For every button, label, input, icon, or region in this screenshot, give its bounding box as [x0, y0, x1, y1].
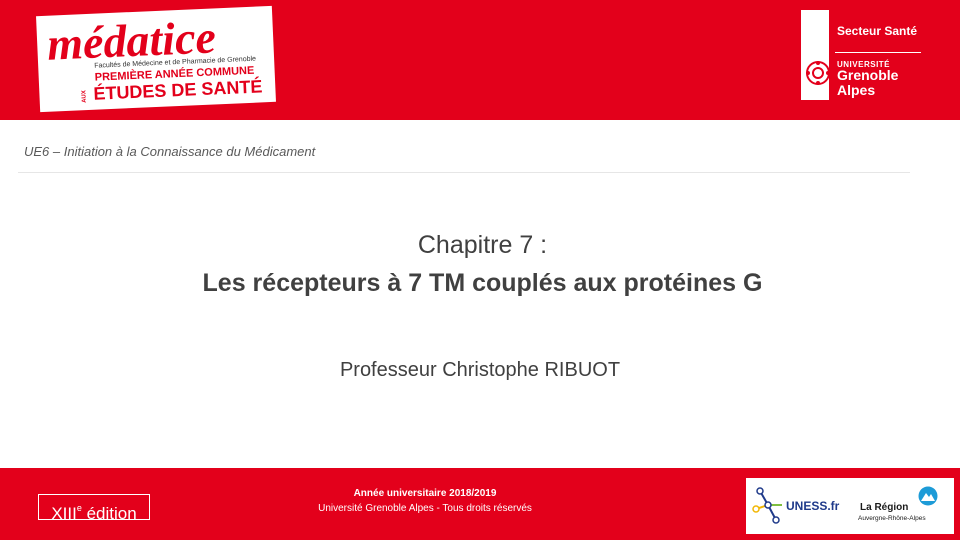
uness-label: UNESS.fr	[786, 499, 840, 513]
paces-aux: AUX	[81, 90, 88, 103]
uga-logo: Secteur Santé UNIVERSITÉ Grenoble Alpes	[801, 10, 929, 100]
author-name: Professeur Christophe RIBUOT	[339, 359, 621, 381]
region-sublabel: Auvergne-Rhône-Alpes	[858, 515, 926, 522]
rosette-icon	[806, 61, 830, 85]
edition-badge: XIIIe édition	[38, 494, 150, 523]
uga-divider	[835, 52, 921, 53]
uness-network-icon	[752, 487, 782, 524]
copyright-notice: Université Grenoble Alpes - Tous droits …	[318, 503, 532, 514]
subtitle-divider	[18, 172, 910, 173]
academic-year: Année universitaire 2018/2019	[353, 488, 497, 499]
edition-word: édition	[81, 504, 137, 523]
grenoble-label: Grenoble	[837, 67, 899, 83]
region-mountain-icon	[918, 486, 938, 506]
region-label: La Région	[860, 502, 909, 513]
medatice-logo: médatice Facultés de Médecine et de Phar…	[36, 5, 276, 113]
partner-logos: UNESS.fr La Région Auvergne-Rhône-Alpes	[746, 478, 954, 534]
alpes-label: Alpes	[837, 82, 876, 98]
chapter-label: Chapitre 7 :	[417, 231, 548, 259]
edition-number: XIII	[51, 504, 77, 523]
secteur-sante-label: Secteur Santé	[837, 24, 918, 38]
slide-title: Les récepteurs à 7 TM couplés aux protéi…	[202, 269, 763, 297]
uga-white-bar	[801, 10, 829, 100]
course-subtitle: UE6 – Initiation à la Connaissance du Mé…	[24, 144, 316, 159]
